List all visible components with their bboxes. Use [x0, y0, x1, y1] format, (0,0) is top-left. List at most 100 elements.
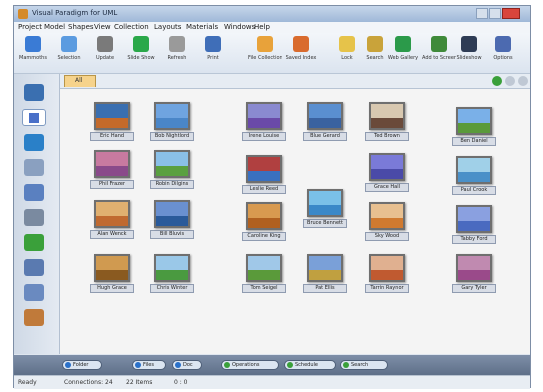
diagram-node[interactable]: Chris Winter	[150, 254, 194, 293]
status-items: 22 Items	[126, 379, 153, 386]
status-coords: 0 : 0	[174, 379, 188, 386]
diagram-node[interactable]: Caroline King	[242, 202, 286, 241]
diagram-node[interactable]: Leslie Reed	[242, 155, 286, 194]
pill-icon	[135, 362, 141, 368]
thumbnail-ground	[248, 118, 280, 128]
thumbnail-ground	[156, 216, 188, 226]
go-icon[interactable]	[492, 76, 502, 86]
diagram-node[interactable]: Ben Daniel	[452, 107, 496, 146]
close-button[interactable]	[502, 8, 520, 19]
thumbnail-ground	[96, 118, 128, 128]
diagram-node[interactable]: Tarrin Raynor	[365, 254, 409, 293]
thumbnail-sky	[458, 109, 490, 125]
diagram-node[interactable]: Robin Dilgins	[150, 150, 194, 189]
network-icon[interactable]	[24, 259, 44, 276]
thumbnail-ground	[156, 166, 188, 176]
diagram-node[interactable]: Gary Tyler	[452, 254, 496, 293]
toolbar-icon-12	[461, 36, 477, 52]
diagram-node[interactable]: Tabby Ford	[452, 205, 496, 244]
diagram-node[interactable]: Bill Bluvis	[150, 200, 194, 239]
thumbnail-sky	[309, 256, 341, 272]
tab-all[interactable]: All	[64, 75, 96, 87]
menu-collection[interactable]: Collection	[114, 23, 149, 31]
diagram-node[interactable]: Ted Brown	[365, 102, 409, 141]
thumbnail-ground	[96, 270, 128, 280]
bottom-pill-3[interactable]: Operations	[221, 360, 279, 370]
back-icon[interactable]	[505, 76, 515, 86]
globe-icon[interactable]	[24, 134, 44, 151]
diagram-node[interactable]: Blue Gerard	[303, 102, 347, 141]
menu-windows[interactable]: Windows	[224, 23, 255, 31]
pill-label: Doc	[183, 362, 193, 368]
toolbar-button-8[interactable]: Lock	[332, 36, 362, 70]
node-label: Bob Nightlord	[150, 132, 194, 141]
toolbar-button-6[interactable]: File Collection	[248, 36, 282, 70]
thumbnail-sky	[371, 104, 403, 120]
toolbar-button-3[interactable]: Slide Show	[126, 36, 156, 70]
thumbnail-image	[456, 107, 492, 135]
toolbar-button-1[interactable]: Selection	[54, 36, 84, 70]
status-bar: Ready Connections: 24 22 Items 0 : 0	[14, 375, 530, 389]
toolbar-button-12[interactable]: Slideshow	[454, 36, 484, 70]
folder-icon[interactable]	[24, 309, 44, 326]
thumbnail-sky	[309, 191, 341, 207]
download-icon[interactable]	[24, 234, 44, 251]
thumbnail-image	[307, 254, 343, 282]
menu-view[interactable]: View	[94, 23, 111, 31]
diagram-canvas[interactable]: Eric Hand Bob Nightlord Irene Louise Blue G…	[60, 89, 530, 354]
minimize-button[interactable]	[476, 8, 488, 19]
file-icon[interactable]	[24, 184, 44, 201]
diagram-node[interactable]: Irene Louise	[242, 102, 286, 141]
toolbar-icon-5	[205, 36, 221, 52]
toolbar-button-4[interactable]: Refresh	[162, 36, 192, 70]
toolbar-button-2[interactable]: Update	[90, 36, 120, 70]
gears-icon[interactable]	[24, 209, 44, 226]
thumbnail-sky	[309, 104, 341, 120]
bottom-pill-5[interactable]: Search	[340, 360, 388, 370]
toolbar-icon-6	[257, 36, 273, 52]
thumbnail-ground	[96, 166, 128, 176]
diagram-node[interactable]: Sky Wood	[365, 202, 409, 241]
diagram-node[interactable]: Grace Hall	[365, 153, 409, 192]
menu-model[interactable]: Model	[44, 23, 65, 31]
toolbar-label: Options	[493, 55, 513, 61]
diagram-node[interactable]: Eric Hand	[90, 102, 134, 141]
diagram-node[interactable]: Pat Ellis	[303, 254, 347, 293]
menu-shapes[interactable]: Shapes	[68, 23, 94, 31]
maximize-button[interactable]	[489, 8, 501, 19]
toolbar-label: File Collection	[248, 55, 282, 61]
toolbar-button-0[interactable]: Mammoths	[18, 36, 48, 70]
diagram-node[interactable]: Phil Frazer	[90, 150, 134, 189]
toolbar-button-11[interactable]: Add to Screen	[422, 36, 456, 70]
diagram-node[interactable]: Alan Wenck	[90, 200, 134, 239]
toolbar-button-13[interactable]: Options	[488, 36, 518, 70]
toolbar-button-10[interactable]: Web Gallery	[388, 36, 418, 70]
diagram-node[interactable]: Tom Seigel	[242, 254, 286, 293]
bottom-pill-0[interactable]: Folder	[62, 360, 102, 370]
menu-materials[interactable]: Materials	[186, 23, 218, 31]
toolbar-icon-10	[395, 36, 411, 52]
diagram-node[interactable]: Bruce Bennett	[303, 189, 347, 228]
toolbar-button-5[interactable]: Print	[198, 36, 228, 70]
bottom-pill-1[interactable]: Files	[132, 360, 166, 370]
diagram-node[interactable]: Bob Nightlord	[150, 102, 194, 141]
document-icon[interactable]	[22, 109, 46, 126]
bottom-pill-4[interactable]: Schedule	[284, 360, 336, 370]
forward-icon[interactable]	[518, 76, 528, 86]
bottom-pill-2[interactable]: Doc	[172, 360, 202, 370]
menu-project[interactable]: Project	[18, 23, 42, 31]
mail-icon[interactable]	[24, 284, 44, 301]
pill-icon	[65, 362, 71, 368]
diagram-node[interactable]: Hugh Grace	[90, 254, 134, 293]
people-icon[interactable]	[24, 84, 44, 101]
thumbnail-sky	[248, 204, 280, 220]
toolbar-button-9[interactable]: Search	[360, 36, 390, 70]
menu-layouts[interactable]: Layouts	[154, 23, 181, 31]
clipboard-icon[interactable]	[24, 159, 44, 176]
thumbnail-image	[369, 254, 405, 282]
menu-help[interactable]: Help	[254, 23, 270, 31]
thumbnail-ground	[371, 118, 403, 128]
toolbar-button-7[interactable]: Saved Index	[286, 36, 316, 70]
toolbar-icon-9	[367, 36, 383, 52]
diagram-node[interactable]: Paul Crook	[452, 156, 496, 195]
